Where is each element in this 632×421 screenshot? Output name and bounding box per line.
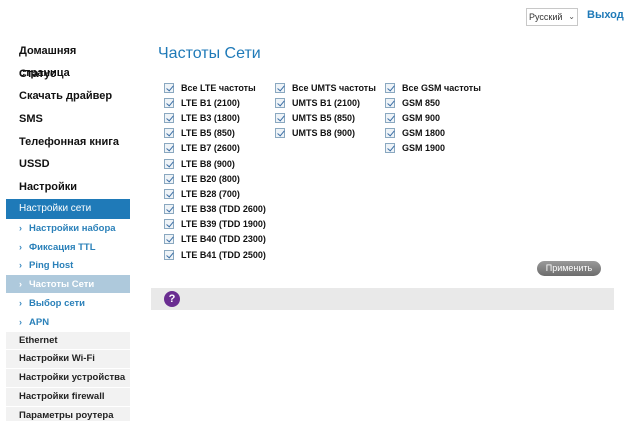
checkbox-row[interactable]: LTE B1 (2100) (164, 95, 266, 110)
checkbox-checked[interactable] (275, 112, 285, 123)
checkbox-checked[interactable] (275, 128, 285, 139)
checkbox-checked[interactable] (164, 234, 174, 245)
language-select[interactable]: Русский ⌄ (526, 8, 578, 26)
checkbox-row[interactable]: LTE B39 (TDD 1900) (164, 217, 266, 232)
chevron-right-icon: › (19, 279, 22, 290)
checkbox-row[interactable]: UMTS B1 (2100) (275, 95, 376, 110)
sidebar-item-device-settings[interactable]: Настройки устройства (6, 369, 130, 388)
sidebar-subitem-ttl-fix[interactable]: › Фиксация TTL (6, 237, 130, 257)
sidebar: Домашняя страница Статус Скачать драйвер… (6, 40, 130, 421)
checkbox-checked[interactable] (164, 219, 174, 230)
checkbox-row[interactable]: Все LTE частоты (164, 80, 266, 95)
checkbox-row[interactable]: GSM 900 (385, 110, 481, 125)
checkbox-row[interactable]: UMTS B8 (900) (275, 126, 376, 141)
logout-link[interactable]: Выход (587, 9, 624, 21)
checkbox-checked[interactable] (164, 143, 174, 154)
checkbox-checked[interactable] (164, 173, 174, 184)
checkbox-checked[interactable] (385, 143, 395, 154)
sidebar-item-ethernet[interactable]: Ethernet (6, 331, 130, 351)
sidebar-item-download-driver[interactable]: Скачать драйвер (6, 85, 130, 108)
checkbox-row[interactable]: LTE B38 (TDD 2600) (164, 202, 266, 217)
sidebar-group-network-settings[interactable]: Настройки сети (6, 198, 130, 219)
sidebar-subitem-network-select[interactable]: › Выбор сети (6, 294, 130, 313)
checkbox-checked[interactable] (164, 204, 174, 215)
checkbox-checked[interactable] (164, 128, 174, 139)
checkbox-row[interactable]: UMTS B5 (850) (275, 110, 376, 125)
checkbox-row[interactable]: LTE B28 (700) (164, 186, 266, 201)
chevron-right-icon: › (19, 222, 22, 233)
chevron-right-icon: › (19, 260, 22, 271)
checkbox-row[interactable]: LTE B5 (850) (164, 126, 266, 141)
chevron-right-icon: › (19, 298, 22, 308)
gsm-bands-column: Все GSM частоты GSM 850 GSM 900 GSM 1800… (385, 80, 481, 156)
checkbox-checked[interactable] (275, 82, 285, 93)
sidebar-subitem-apn[interactable]: › APN (6, 312, 130, 332)
checkbox-row[interactable]: GSM 1800 (385, 126, 481, 141)
sidebar-subitem-dial-settings[interactable]: › Настройки набора (6, 218, 130, 238)
chevron-right-icon: › (19, 241, 22, 252)
chevron-right-icon: › (19, 316, 22, 327)
checkbox-row[interactable]: Все UMTS частоты (275, 80, 376, 95)
checkbox-checked[interactable] (385, 128, 395, 139)
sidebar-item-phonebook[interactable]: Телефонная книга (6, 131, 130, 154)
sidebar-item-sms[interactable]: SMS (6, 108, 130, 131)
checkbox-row[interactable]: LTE B8 (900) (164, 156, 266, 171)
checkbox-row[interactable]: LTE B20 (800) (164, 171, 266, 186)
checkbox-row[interactable]: LTE B40 (TDD 2300) (164, 232, 266, 247)
sidebar-item-ussd[interactable]: USSD (6, 153, 130, 176)
sidebar-item-settings[interactable]: Настройки (6, 176, 130, 199)
checkbox-row[interactable]: GSM 850 (385, 95, 481, 110)
page-title: Частоты Сети (158, 45, 261, 62)
checkbox-checked[interactable] (385, 97, 395, 108)
lte-bands-column: Все LTE частоты LTE B1 (2100) LTE B3 (18… (164, 80, 266, 262)
umts-bands-column: Все UMTS частоты UMTS B1 (2100) UMTS B5 … (275, 80, 376, 141)
checkbox-checked[interactable] (275, 97, 285, 108)
checkbox-row[interactable]: LTE B3 (1800) (164, 110, 266, 125)
help-bar: ? (151, 288, 614, 310)
sidebar-item-router-params[interactable]: Параметры роутера (6, 406, 130, 421)
checkbox-checked[interactable] (385, 82, 395, 93)
checkbox-checked[interactable] (164, 112, 174, 123)
checkbox-row[interactable]: LTE B41 (TDD 2500) (164, 247, 266, 262)
chevron-down-icon: ⌄ (568, 12, 575, 21)
checkbox-checked[interactable] (164, 82, 174, 93)
sidebar-subitem-network-bands[interactable]: › Частоты Сети (6, 275, 130, 294)
language-value: Русский (529, 12, 563, 22)
sidebar-subitem-ping-host[interactable]: › Ping Host (6, 256, 130, 276)
checkbox-checked[interactable] (164, 249, 174, 260)
top-bar: Русский ⌄ Выход (0, 0, 632, 34)
apply-button[interactable]: Применить (537, 261, 601, 276)
sidebar-item-firewall-settings[interactable]: Настройки firewall (6, 387, 130, 407)
checkbox-row[interactable]: Все GSM частоты (385, 80, 481, 95)
checkbox-row[interactable]: GSM 1900 (385, 141, 481, 156)
checkbox-checked[interactable] (164, 188, 174, 199)
sidebar-item-home[interactable]: Домашняя страница (6, 40, 130, 79)
sidebar-item-wifi-settings[interactable]: Настройки Wi-Fi (6, 350, 130, 370)
help-icon[interactable]: ? (164, 291, 180, 307)
checkbox-checked[interactable] (164, 158, 174, 169)
checkbox-checked[interactable] (164, 97, 174, 108)
checkbox-row[interactable]: LTE B7 (2600) (164, 141, 266, 156)
checkbox-checked[interactable] (385, 112, 395, 123)
